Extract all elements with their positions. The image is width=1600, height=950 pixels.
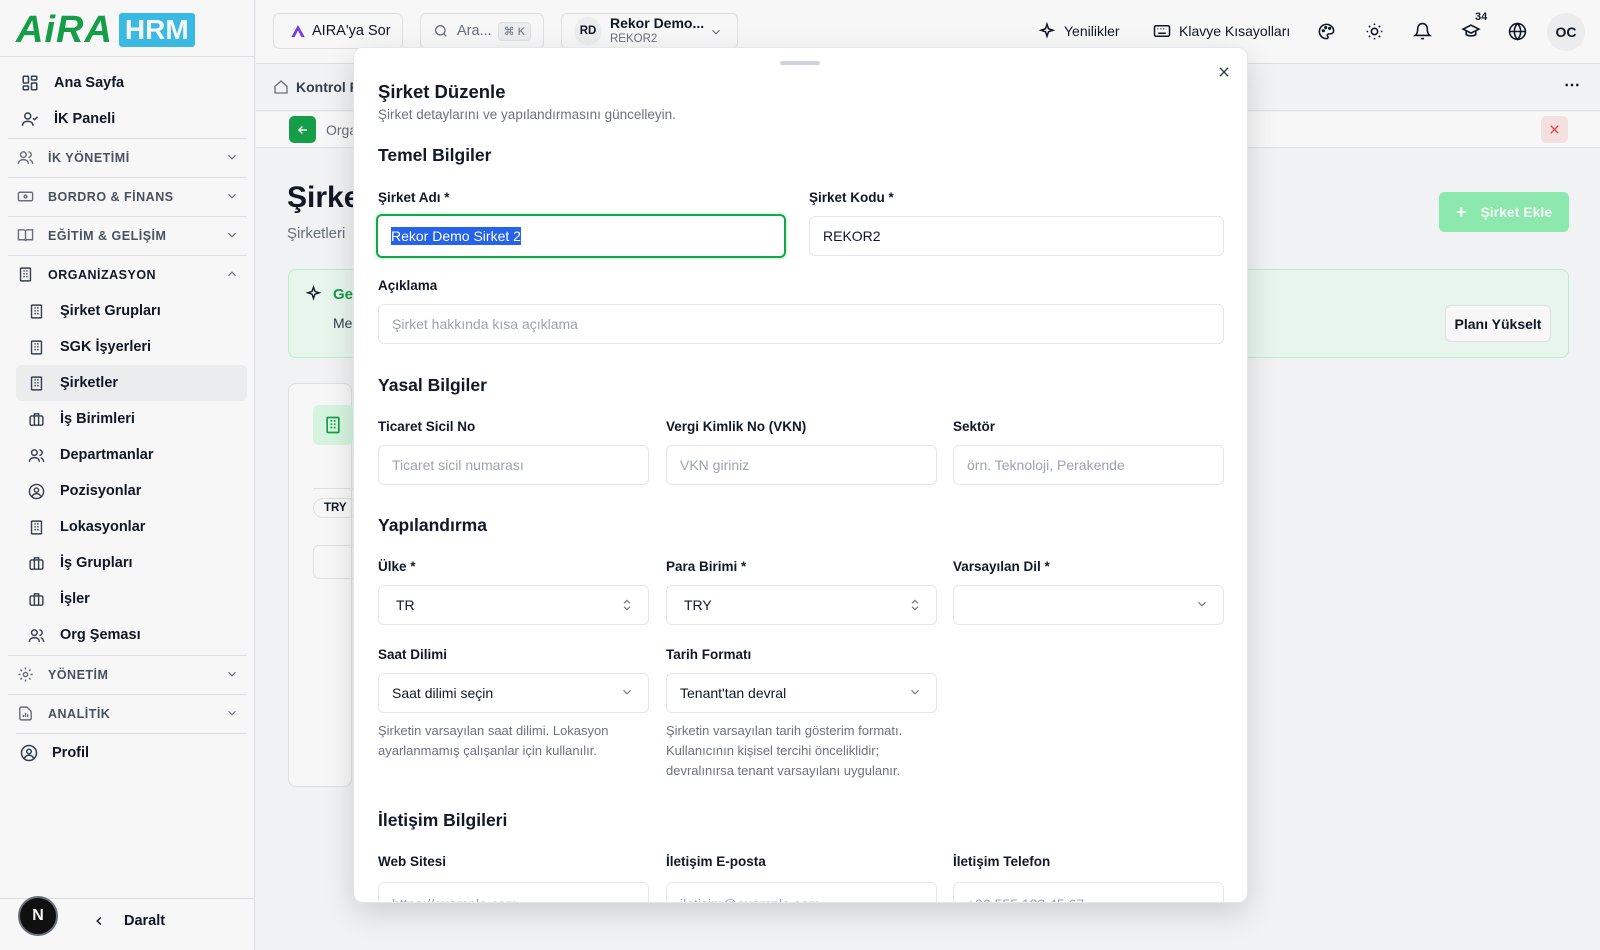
contact-phone-label: İletişim Telefon xyxy=(953,854,1051,869)
drag-handle[interactable] xyxy=(780,61,820,65)
sector-label: Sektör xyxy=(953,419,996,434)
close-icon[interactable] xyxy=(1217,65,1231,79)
currency-select[interactable]: TRY xyxy=(666,585,937,625)
contact-phone-input[interactable]: +90 555 123 45 67 xyxy=(953,882,1224,902)
timezone-help: Şirketin varsayılan saat dilimi. Lokasyo… xyxy=(378,723,609,758)
timezone-select[interactable]: Saat dilimi seçin xyxy=(378,673,649,713)
sector-input[interactable]: örn. Teknoloji, Perakende xyxy=(953,445,1224,485)
trade-registry-label: Ticaret Sicil No xyxy=(378,419,476,434)
company-name-label: Şirket Adı * xyxy=(378,190,450,205)
chevrons-up-down-icon xyxy=(620,597,634,613)
company-code-label: Şirket Kodu * xyxy=(809,190,894,205)
currency-value: TRY xyxy=(684,597,712,613)
default-language-label: Varsayılan Dil * xyxy=(953,559,1050,574)
trade-registry-input[interactable]: Ticaret sicil numarası xyxy=(378,445,649,485)
default-language-select[interactable] xyxy=(953,585,1224,625)
chevron-down-icon xyxy=(908,685,922,699)
chevron-down-icon xyxy=(620,685,634,699)
company-code-input[interactable]: REKOR2 xyxy=(809,216,1224,256)
company-name-value: Rekor Demo Sirket 2 xyxy=(391,227,521,245)
contact-email-label: İletişim E-posta xyxy=(666,854,766,869)
description-input[interactable]: Şirket hakkında kısa açıklama xyxy=(378,304,1224,344)
section-contact-heading: İletişim Bilgileri xyxy=(378,810,508,830)
website-input[interactable]: https://example.com xyxy=(378,882,649,902)
country-value: TR xyxy=(396,597,415,613)
country-label: Ülke * xyxy=(378,559,416,574)
edit-company-dialog: Şirket Düzenle Şirket detaylarını ve yap… xyxy=(353,47,1248,903)
chevron-down-icon xyxy=(1195,597,1209,611)
date-format-label: Tarih Formatı xyxy=(666,647,752,662)
date-format-select[interactable]: Tenant'tan devral xyxy=(666,673,937,713)
chevrons-up-down-icon xyxy=(908,597,922,613)
dialog-description: Şirket detaylarını ve yapılandırmasını g… xyxy=(378,107,676,122)
currency-label: Para Birimi * xyxy=(666,559,747,574)
country-select[interactable]: TR xyxy=(378,585,649,625)
section-config-heading: Yapılandırma xyxy=(378,515,487,535)
timezone-value: Saat dilimi seçin xyxy=(392,685,494,701)
date-format-help: Şirketin varsayılan tarih gösterim forma… xyxy=(666,723,903,778)
tax-id-label: Vergi Kimlik No (VKN) xyxy=(666,419,807,434)
tax-id-input[interactable]: VKN giriniz xyxy=(666,445,937,485)
dialog-title: Şirket Düzenle xyxy=(378,81,506,102)
website-label: Web Sitesi xyxy=(378,854,447,869)
date-format-value: Tenant'tan devral xyxy=(680,685,787,701)
company-name-input[interactable]: Rekor Demo Sirket 2 xyxy=(376,214,786,258)
section-legal-heading: Yasal Bilgiler xyxy=(378,375,487,395)
section-basic-heading: Temel Bilgiler xyxy=(378,145,492,165)
description-label: Açıklama xyxy=(378,278,438,293)
contact-email-input[interactable]: iletisim@example.com xyxy=(666,882,937,902)
timezone-label: Saat Dilimi xyxy=(378,647,448,662)
